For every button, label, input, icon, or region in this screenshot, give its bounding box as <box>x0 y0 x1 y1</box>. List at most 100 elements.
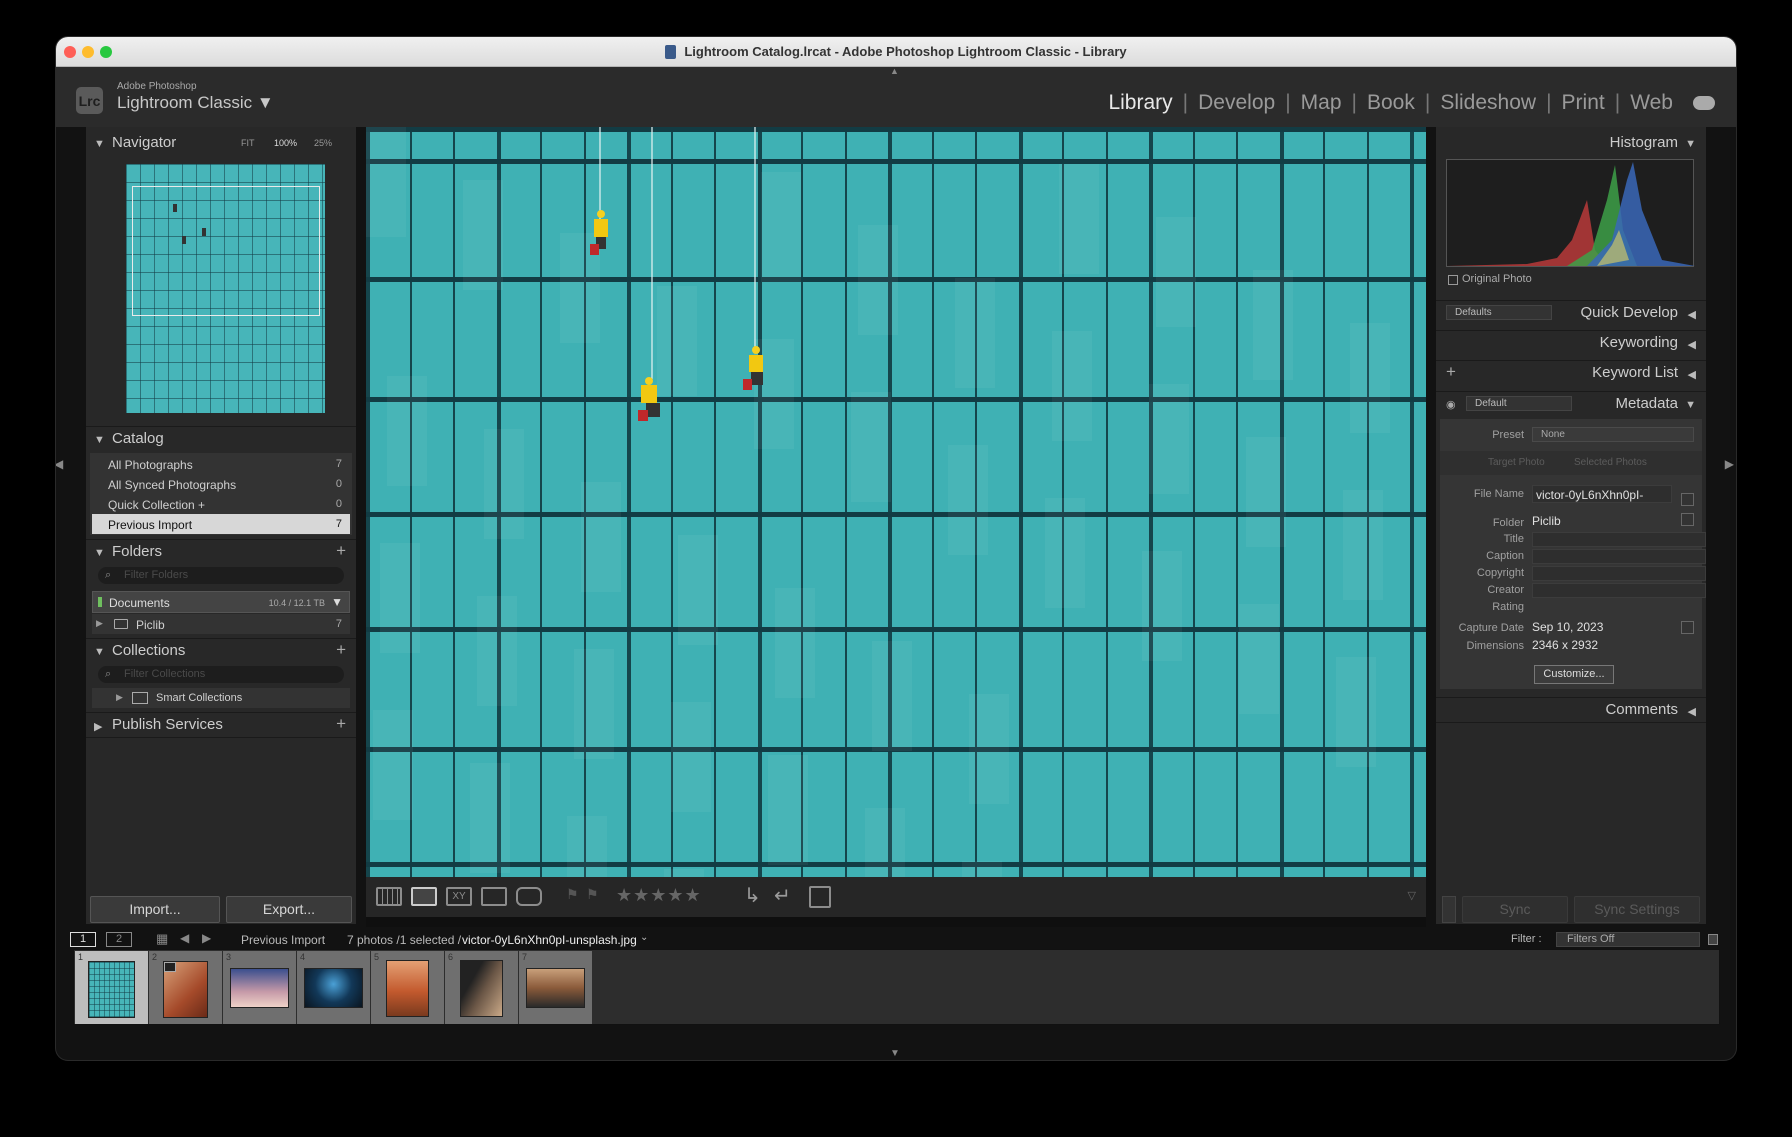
edit-capture-time-button[interactable] <box>1681 621 1694 634</box>
cloud-sync-icon[interactable] <box>1693 96 1715 110</box>
caption-field[interactable] <box>1532 549 1706 564</box>
filmstrip-cell[interactable]: 6 <box>445 951 518 1024</box>
import-button[interactable]: Import... <box>90 896 220 923</box>
title-field[interactable] <box>1532 532 1706 547</box>
rename-button[interactable] <box>1681 493 1694 506</box>
zoom-25[interactable]: 25% <box>314 138 332 148</box>
collapse-bottom-panel-arrow[interactable]: ▼ <box>890 1048 900 1059</box>
navigator-zoom-frame[interactable] <box>132 186 320 316</box>
comments-header[interactable]: Comments ◀ <box>1436 697 1706 723</box>
add-collection-button[interactable]: + <box>336 640 346 660</box>
navigator-preview[interactable] <box>126 164 325 413</box>
compare-view-icon[interactable]: XY <box>446 887 472 906</box>
crop-overlay-icon[interactable] <box>809 886 831 908</box>
file-name-field[interactable]: victor-0yL6nXhn0pI- <box>1532 485 1672 503</box>
catalog-header[interactable]: ▼ Catalog <box>86 426 356 452</box>
people-view-icon[interactable] <box>516 887 542 906</box>
export-button[interactable]: Export... <box>226 896 352 923</box>
collection-item[interactable]: ▶ Smart Collections <box>92 688 350 708</box>
folders-header[interactable]: ▼ Folders + <box>86 539 356 565</box>
module-book[interactable]: Book <box>1357 91 1425 115</box>
volume-header[interactable]: Documents 10.4 / 12.1 TB ▼ <box>92 591 350 613</box>
filmstrip-cell[interactable]: 5 <box>371 951 444 1024</box>
survey-view-icon[interactable] <box>481 887 507 906</box>
histogram-header[interactable]: Histogram ▼ <box>1436 131 1706 157</box>
filter-collections-input[interactable]: ⌕ Filter Collections <box>98 666 344 683</box>
secondary-screen-button[interactable]: 2 <box>106 932 132 947</box>
grid-view-icon[interactable] <box>376 887 402 906</box>
add-publish-service-button[interactable]: + <box>336 714 346 734</box>
add-folder-button[interactable]: + <box>336 541 346 561</box>
forward-arrow-icon[interactable]: ▶ <box>202 931 211 945</box>
identity-app-name[interactable]: Lightroom Classic ▼ <box>117 93 274 113</box>
toolbar-menu-icon[interactable]: ▽ <box>1408 889 1416 902</box>
original-photo-checkbox[interactable] <box>1448 275 1458 285</box>
grid-icon[interactable]: ▦ <box>156 931 168 947</box>
minimize-window-button[interactable] <box>82 46 94 58</box>
flag-icon[interactable]: ⚑ <box>566 886 579 903</box>
filter-folders-input[interactable]: ⌕ Filter Folders <box>98 567 344 584</box>
keyword-list-header[interactable]: + Keyword List ◀ <box>1436 360 1706 386</box>
zoom-fit[interactable]: FIT <box>241 138 255 148</box>
module-slideshow[interactable]: Slideshow <box>1430 91 1546 115</box>
copyright-field[interactable] <box>1532 566 1706 581</box>
filename-dropdown-icon[interactable]: ⌄ <box>640 932 648 943</box>
filmstrip-cell[interactable]: 2 <box>149 951 222 1024</box>
back-arrow-icon[interactable]: ◀ <box>180 931 189 945</box>
keywording-header[interactable]: Keywording ◀ <box>1436 330 1706 356</box>
target-photo-tab[interactable]: Target Photo <box>1488 457 1545 468</box>
catalog-item[interactable]: Quick Collection + 0 <box>92 494 350 514</box>
filmstrip-cell-selected[interactable]: 1 <box>75 951 148 1024</box>
module-print[interactable]: Print <box>1552 91 1615 115</box>
auto-sync-switch[interactable] <box>1442 896 1456 923</box>
catalog-item[interactable]: All Synced Photographs 0 <box>92 474 350 494</box>
eye-icon[interactable]: ◉ <box>1446 398 1456 411</box>
module-map[interactable]: Map <box>1291 91 1352 115</box>
selected-filename[interactable]: victor-0yL6nXhn0pI-unsplash.jpg <box>462 933 637 947</box>
folder-item[interactable]: ▶ Piclib 7 <box>92 614 350 634</box>
module-develop[interactable]: Develop <box>1188 91 1285 115</box>
creator-field[interactable] <box>1532 583 1706 598</box>
collections-header[interactable]: ▼ Collections + <box>86 638 356 664</box>
main-screen-button[interactable]: 1 <box>70 932 96 947</box>
disclosure-triangle-icon[interactable]: ▶ <box>96 618 103 629</box>
metadata-view-select[interactable]: Default <box>1466 396 1572 411</box>
filmstrip-cell[interactable]: 7 <box>519 951 592 1024</box>
quick-develop-header[interactable]: Defaults Quick Develop ◀ <box>1436 300 1706 326</box>
catalog-item-selected[interactable]: Previous Import 7 <box>92 514 350 534</box>
filter-select[interactable]: Filters Off <box>1556 932 1700 947</box>
module-web[interactable]: Web <box>1620 91 1683 115</box>
zoom-window-button[interactable] <box>100 46 112 58</box>
collapse-right-panel-arrow[interactable]: ▶ <box>1725 457 1734 471</box>
collapse-top-panel-arrow[interactable]: ▲ <box>890 66 899 76</box>
loupe-view-icon[interactable] <box>411 887 437 906</box>
metadata-preset-select[interactable]: None <box>1532 427 1694 442</box>
selected-photos-tab[interactable]: Selected Photos <box>1574 457 1647 468</box>
disclosure-triangle-icon[interactable]: ▶ <box>116 692 123 703</box>
source-label[interactable]: Previous Import <box>241 933 325 947</box>
metadata-header[interactable]: ◉ Default Metadata ▼ <box>1436 391 1706 417</box>
rating-stars[interactable]: ★★★★★ <box>616 885 702 906</box>
navigator-header[interactable]: ▼ Navigator FIT 100% 25% <box>86 131 356 157</box>
zoom-100[interactable]: 100% <box>274 138 297 148</box>
sync-settings-button[interactable]: Sync Settings <box>1574 896 1700 923</box>
collapse-left-panel-arrow[interactable]: ◀ <box>56 457 63 471</box>
customize-button[interactable]: Customize... <box>1534 665 1614 684</box>
module-library[interactable]: Library <box>1098 91 1182 115</box>
sync-button[interactable]: Sync <box>1462 896 1568 923</box>
quick-develop-preset-select[interactable]: Defaults <box>1446 305 1552 320</box>
close-window-button[interactable] <box>64 46 76 58</box>
publish-services-header[interactable]: ▶ Publish Services + <box>86 712 356 738</box>
filmstrip-cell[interactable]: 4 <box>297 951 370 1024</box>
filter-lock-icon[interactable] <box>1708 934 1718 945</box>
main-photo[interactable] <box>366 127 1426 877</box>
filmstrip-cell[interactable]: 3 <box>223 951 296 1024</box>
add-keyword-button[interactable]: + <box>1446 362 1456 382</box>
rotate-right-icon[interactable]: ↵ <box>774 883 791 908</box>
go-to-folder-button[interactable] <box>1681 513 1694 526</box>
rotate-left-icon[interactable]: ↳ <box>744 883 761 908</box>
histogram-graph[interactable] <box>1446 159 1695 267</box>
catalog-item[interactable]: All Photographs 7 <box>92 454 350 474</box>
reject-flag-icon[interactable]: ⚑ <box>586 886 599 903</box>
volume-dropdown-icon[interactable]: ▼ <box>331 595 343 609</box>
